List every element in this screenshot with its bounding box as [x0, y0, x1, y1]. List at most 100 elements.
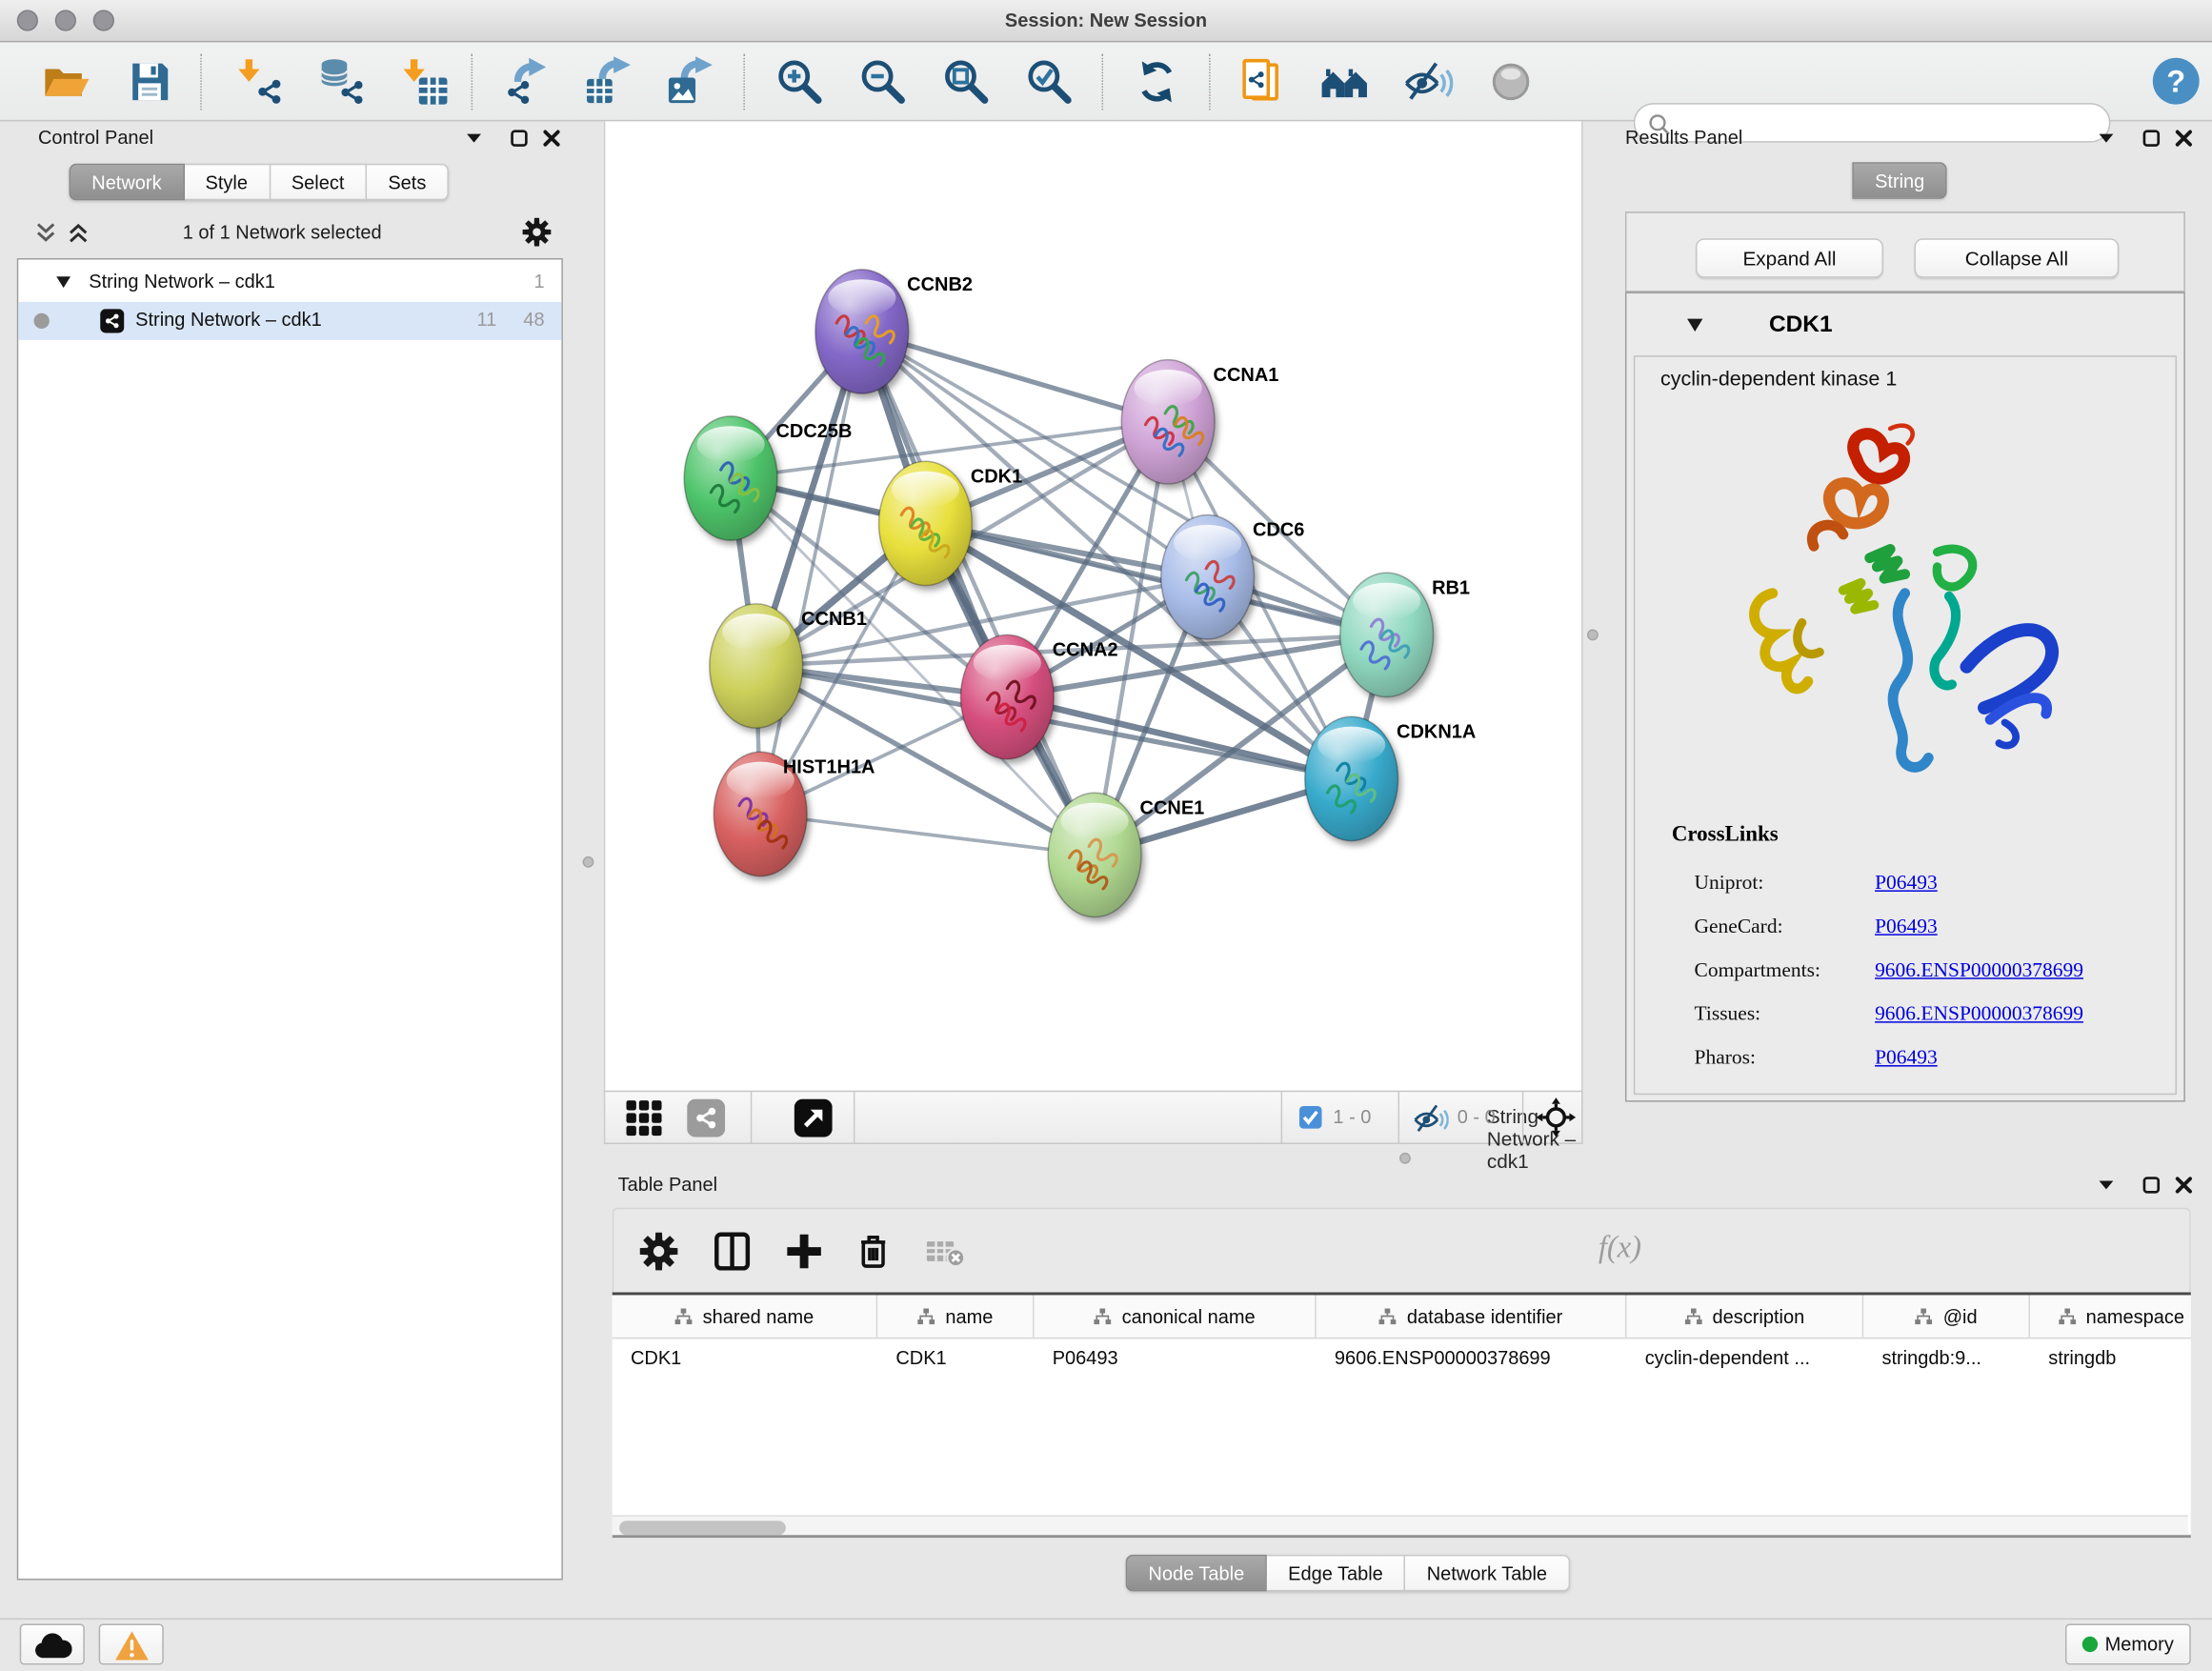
network-options-gear-icon[interactable]: [522, 217, 552, 247]
add-column-icon[interactable]: [784, 1232, 823, 1271]
column-header-databaseidentifier[interactable]: database identifier: [1317, 1295, 1627, 1337]
node-CCNA2[interactable]: CCNA2: [960, 634, 1117, 758]
node-gloss: [974, 645, 1041, 682]
tab-style[interactable]: Style: [184, 164, 270, 201]
show-columns-icon[interactable]: [713, 1232, 752, 1271]
import-network-database-icon[interactable]: [316, 56, 367, 107]
collapse-all-button[interactable]: Collapse All: [1915, 238, 2120, 277]
gene-expander-icon[interactable]: [1686, 317, 1704, 332]
main-toolbar: ?: [0, 42, 2212, 121]
right-divider-handle[interactable]: [1587, 629, 1599, 640]
node-HIST1H1A[interactable]: HIST1H1A: [714, 752, 875, 876]
column-header-canonicalname[interactable]: canonical name: [1034, 1295, 1316, 1337]
attribute-icon: [2058, 1307, 2076, 1325]
column-header-namespace[interactable]: namespace: [2030, 1295, 2191, 1337]
crosslink-value-link[interactable]: 9606.ENSP00000378699: [1875, 1003, 2083, 1027]
window-minimize-button[interactable]: [55, 10, 76, 30]
edge-CCNE1-HIST1H1A[interactable]: [760, 814, 1095, 855]
attribute-icon: [674, 1307, 693, 1325]
tab-network[interactable]: Network: [70, 164, 185, 201]
show-all-icon[interactable]: [1485, 56, 1536, 107]
zoom-out-icon[interactable]: [857, 56, 908, 107]
crosslink-value-link[interactable]: P06493: [1875, 1047, 1938, 1071]
edge-CCNB2-CCNE1[interactable]: [862, 332, 1095, 855]
zoom-selected-icon[interactable]: [1024, 56, 1075, 107]
results-panel-menu-icon[interactable]: [2097, 129, 2117, 149]
export-table-icon[interactable]: [583, 56, 633, 107]
export-network-icon[interactable]: [501, 56, 552, 107]
zoom-fit-icon[interactable]: [941, 56, 992, 107]
tab-edge-table[interactable]: Edge Table: [1267, 1555, 1406, 1592]
delete-column-icon[interactable]: [854, 1232, 893, 1271]
export-image-icon[interactable]: [664, 56, 714, 107]
table-cell: P06493: [1034, 1339, 1316, 1378]
left-divider-handle[interactable]: [583, 856, 594, 868]
import-network-file-icon[interactable]: [234, 56, 285, 107]
tab-string[interactable]: String: [1852, 162, 1947, 199]
edge-CCNB2-HIST1H1A[interactable]: [760, 332, 862, 814]
expand-all-button[interactable]: Expand All: [1696, 238, 1883, 277]
zoom-in-icon[interactable]: [774, 56, 825, 107]
tree-expander-icon[interactable]: [55, 275, 72, 290]
node-CCNE1[interactable]: CCNE1: [1048, 793, 1204, 916]
open-in-new-window-icon[interactable]: [794, 1099, 833, 1137]
network-row-selected[interactable]: String Network – cdk1 11 48: [18, 302, 561, 340]
tab-network-table[interactable]: Network Table: [1405, 1555, 1569, 1592]
warnings-button[interactable]: [99, 1623, 164, 1664]
table-gear-icon[interactable]: [639, 1232, 678, 1271]
share-document-icon[interactable]: [1237, 56, 1288, 107]
first-neighbors-icon[interactable]: [1319, 56, 1370, 107]
column-header-description[interactable]: description: [1626, 1295, 1863, 1337]
column-header-sharedname[interactable]: shared name: [613, 1295, 877, 1337]
crosslink-value-link[interactable]: P06493: [1875, 916, 1938, 939]
import-table-icon[interactable]: [399, 56, 450, 107]
save-session-icon[interactable]: [124, 56, 174, 107]
refresh-icon[interactable]: [1132, 56, 1182, 107]
cloud-button[interactable]: [20, 1623, 85, 1664]
node-label: CDKN1A: [1397, 721, 1476, 742]
string-view-icon[interactable]: [687, 1099, 725, 1137]
control-panel-float-icon[interactable]: [510, 129, 530, 149]
network-collection-row[interactable]: String Network – cdk1 1: [18, 264, 561, 302]
node-CDKN1A[interactable]: CDKN1A: [1305, 716, 1477, 840]
function-builder-icon[interactable]: f(x): [1599, 1229, 1641, 1266]
network-canvas[interactable]: CCNB2CCNA1CDC25BCDK1CDC6RB1CCNB1CCNA2CDK…: [604, 121, 1583, 1090]
control-panel-close-icon[interactable]: [542, 129, 562, 149]
help-icon[interactable]: ?: [2150, 55, 2202, 108]
table-hscrollbar[interactable]: [613, 1515, 2188, 1538]
tab-sets[interactable]: Sets: [367, 164, 449, 201]
window-zoom-button[interactable]: [93, 10, 114, 30]
control-panel-menu-icon[interactable]: [464, 129, 484, 149]
node-CDC6[interactable]: CDC6: [1161, 515, 1305, 639]
crosslink-label: Uniprot:: [1695, 872, 1876, 896]
hide-selected-icon[interactable]: [1402, 56, 1453, 107]
table-panel-menu-icon[interactable]: [2097, 1176, 2117, 1196]
node-CCNB2[interactable]: CCNB2: [815, 270, 973, 393]
column-header-label: shared name: [703, 1306, 814, 1327]
selected-checkbox-icon[interactable]: [1299, 1106, 1322, 1129]
delete-table-icon[interactable]: [925, 1232, 964, 1271]
tab-select[interactable]: Select: [271, 164, 367, 201]
tab-node-table[interactable]: Node Table: [1126, 1555, 1267, 1592]
window-title: Session: New Session: [0, 0, 2212, 41]
crosslink-value-link[interactable]: P06493: [1875, 872, 1938, 896]
column-header-name[interactable]: name: [877, 1295, 1034, 1337]
column-header-id[interactable]: @id: [1863, 1295, 2030, 1337]
open-session-icon[interactable]: [39, 56, 90, 107]
node-CCNA1[interactable]: CCNA1: [1121, 360, 1278, 484]
table-panel-float-icon[interactable]: [2142, 1176, 2162, 1196]
birdseye-grid-icon[interactable]: [625, 1099, 663, 1137]
crosslink-value-link[interactable]: 9606.ENSP00000378699: [1875, 959, 2083, 983]
table-row[interactable]: CDK1CDK1P064939606.ENSP00000378699cyclin…: [613, 1339, 2191, 1378]
node-RB1[interactable]: RB1: [1340, 573, 1470, 696]
node-label: CCNB2: [907, 274, 973, 295]
results-panel-float-icon[interactable]: [2142, 129, 2162, 149]
window-close-button[interactable]: [17, 10, 38, 30]
collection-count: 1: [533, 271, 544, 292]
pan-crosshair-icon[interactable]: [1537, 1097, 1576, 1137]
memory-button[interactable]: Memory: [2065, 1623, 2191, 1664]
results-panel-close-icon[interactable]: [2174, 129, 2194, 149]
hscroll-thumb[interactable]: [619, 1520, 786, 1535]
bottom-divider-handle[interactable]: [1399, 1153, 1411, 1164]
table-panel-close-icon[interactable]: [2174, 1176, 2194, 1196]
